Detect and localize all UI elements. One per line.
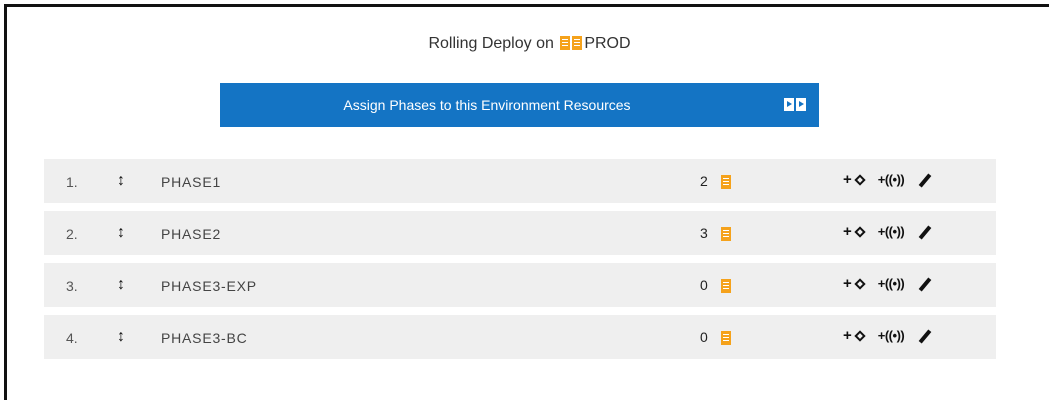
pencil-icon (918, 328, 934, 344)
assign-phases-button[interactable]: Assign Phases to this Environment Resour… (220, 83, 819, 127)
add-diamond-icon (854, 277, 866, 290)
add-diamond-icon (854, 173, 866, 186)
add-signal-button[interactable]: +((•)) (877, 224, 905, 239)
resource-count: 3 (700, 225, 708, 241)
add-signal-icon: +((•)) (877, 276, 905, 291)
edit-phase-button[interactable] (918, 224, 934, 240)
resource-doc-icon[interactable] (721, 175, 731, 189)
add-signal-button[interactable]: +((•)) (877, 328, 905, 343)
phase-index: 2. (66, 226, 78, 242)
phase-list: 1. ↕ PHASE1 2 + +((•)) 2. ↕ PHASE2 3 + +… (44, 159, 996, 367)
phase-index: 1. (66, 174, 78, 190)
double-arrow-right-icon (784, 98, 806, 111)
phase-index: 3. (66, 278, 78, 294)
resource-doc-icon[interactable] (721, 331, 731, 345)
environment-name: PROD (584, 35, 631, 52)
add-node-button[interactable]: + (843, 171, 866, 188)
add-node-button[interactable]: + (843, 275, 866, 292)
add-signal-button[interactable]: +((•)) (877, 172, 905, 187)
add-signal-icon: +((•)) (877, 172, 905, 187)
assign-phases-label: Assign Phases to this Environment Resour… (343, 97, 631, 113)
resource-doc-icon[interactable] (721, 279, 731, 293)
server-doc-icon (572, 36, 583, 50)
pencil-icon (918, 276, 934, 292)
add-node-button[interactable]: + (843, 327, 866, 344)
add-signal-icon: +((•)) (877, 224, 905, 239)
drag-handle-icon[interactable]: ↕ (117, 172, 125, 190)
phase-name: PHASE1 (161, 174, 222, 190)
pencil-icon (918, 224, 934, 240)
phase-index: 4. (66, 330, 78, 346)
row-actions: + +((•)) (843, 223, 934, 240)
title-prefix: Rolling Deploy on (428, 35, 554, 52)
add-diamond-icon (854, 329, 866, 342)
phase-name: PHASE3-EXP (161, 278, 257, 294)
edit-phase-button[interactable] (918, 328, 934, 344)
phase-row: 3. ↕ PHASE3-EXP 0 + +((•)) (44, 263, 996, 307)
drag-handle-icon[interactable]: ↕ (117, 328, 125, 346)
add-node-button[interactable]: + (843, 223, 866, 240)
resource-count: 0 (700, 277, 708, 293)
resource-count: 0 (700, 329, 708, 345)
add-signal-icon: +((•)) (877, 328, 905, 343)
drag-handle-icon[interactable]: ↕ (117, 224, 125, 242)
deploy-panel: Rolling Deploy on PROD Assign Phases to … (4, 4, 1049, 400)
resource-count: 2 (700, 173, 708, 189)
phase-row: 2. ↕ PHASE2 3 + +((•)) (44, 211, 996, 255)
environment-icon (560, 36, 583, 50)
phase-row: 1. ↕ PHASE1 2 + +((•)) (44, 159, 996, 203)
phase-name: PHASE2 (161, 226, 222, 242)
add-diamond-icon (854, 225, 866, 238)
row-actions: + +((•)) (843, 275, 934, 292)
add-signal-button[interactable]: +((•)) (877, 276, 905, 291)
phase-name: PHASE3-BC (161, 330, 248, 346)
resource-doc-icon[interactable] (721, 227, 731, 241)
row-actions: + +((•)) (843, 327, 934, 344)
page-title: Rolling Deploy on PROD (7, 35, 1049, 53)
drag-handle-icon[interactable]: ↕ (117, 276, 125, 294)
edit-phase-button[interactable] (918, 276, 934, 292)
phase-row: 4. ↕ PHASE3-BC 0 + +((•)) (44, 315, 996, 359)
pencil-icon (918, 172, 934, 188)
edit-phase-button[interactable] (918, 172, 934, 188)
row-actions: + +((•)) (843, 171, 934, 188)
server-doc-icon (560, 36, 571, 50)
